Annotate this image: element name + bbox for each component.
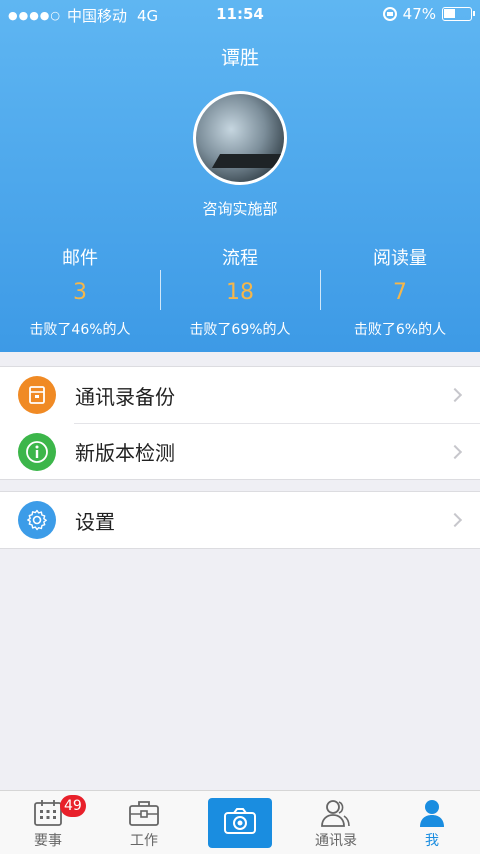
tab-bar: 49 要事 工作 通讯录 我 (0, 790, 480, 854)
battery-icon (442, 7, 475, 21)
stat-desc: 击败了6%的人 (353, 322, 447, 338)
stat-mail[interactable]: 邮件 3 击败了46%的人 (0, 244, 160, 344)
chevron-right-icon (447, 387, 463, 403)
briefcase-icon (128, 798, 160, 828)
tab-important[interactable]: 49 要事 (0, 791, 96, 854)
menu-item-label: 新版本检测 (75, 441, 175, 465)
info-icon (18, 432, 56, 471)
profile-header: ●●●●○ 中国移动 4G 11:54 47% 谭胜 咨询实施部 邮件 3 击败… (0, 0, 480, 352)
tab-me[interactable]: 我 (384, 791, 480, 854)
menu-item-label: 设置 (75, 509, 115, 534)
status-bar: ●●●●○ 中国移动 4G 11:54 47% (0, 0, 480, 28)
tab-label: 通讯录 (315, 833, 357, 849)
stat-desc: 击败了69%的人 (189, 322, 291, 338)
gear-icon (18, 501, 56, 539)
battery-percent: 47% (402, 5, 436, 23)
tab-label: 要事 (34, 833, 62, 849)
chevron-right-icon (447, 444, 463, 459)
camera-icon (223, 807, 257, 839)
stat-value: 18 (226, 280, 254, 305)
stat-label: 流程 (222, 248, 258, 269)
calendar-icon (32, 798, 64, 828)
tab-label: 我 (425, 833, 439, 849)
status-right: 47% (382, 5, 475, 23)
contacts-icon (320, 798, 352, 828)
camera-button[interactable] (208, 798, 272, 848)
stat-value: 7 (393, 280, 407, 305)
tab-camera[interactable] (192, 791, 288, 854)
rotation-lock-icon (382, 7, 397, 21)
notification-badge: 49 (60, 795, 86, 817)
menu-group-tools: 通讯录备份 新版本检测 (0, 366, 480, 480)
tab-label: 工作 (130, 833, 158, 849)
backup-icon (18, 376, 56, 414)
user-department: 咨询实施部 (202, 200, 278, 218)
stats-bar: 邮件 3 击败了46%的人 流程 18 击败了69%的人 阅读量 7 击败了6%… (0, 244, 480, 344)
stat-label: 阅读量 (373, 248, 427, 269)
stat-reads[interactable]: 阅读量 7 击败了6%的人 (320, 244, 480, 344)
chevron-right-icon (447, 512, 463, 528)
menu-item-settings[interactable]: 设置 (0, 492, 480, 548)
menu-item-label: 通讯录备份 (75, 384, 175, 409)
stat-process[interactable]: 流程 18 击败了69%的人 (160, 244, 320, 344)
user-name: 谭胜 (220, 47, 259, 69)
menu-item-contacts-backup[interactable]: 通讯录备份 (0, 367, 480, 423)
avatar[interactable] (193, 91, 287, 185)
tab-work[interactable]: 工作 (96, 791, 192, 854)
person-icon (416, 798, 448, 828)
stat-desc: 击败了46%的人 (29, 322, 131, 338)
stat-label: 邮件 (62, 248, 98, 269)
menu-item-version-check[interactable]: 新版本检测 (18, 423, 480, 479)
tab-contacts[interactable]: 通讯录 (288, 791, 384, 854)
menu-group-settings: 设置 (0, 491, 480, 549)
stat-value: 3 (73, 280, 87, 305)
